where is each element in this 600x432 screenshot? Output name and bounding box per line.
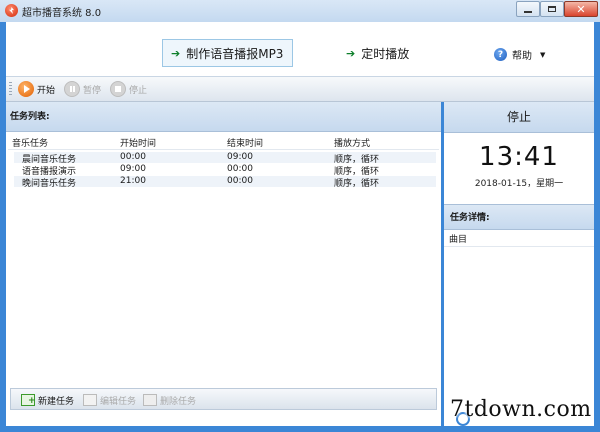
nav-make-mp3-label: 制作语音播报MP3: [186, 46, 284, 61]
client-area: ➔ 制作语音播报MP3 ➔ 定时播放 ? 帮助 ▼ 开始 暂停 停止 任务列表:…: [6, 22, 594, 426]
edit-task-icon: [83, 394, 97, 406]
nav-timed-play-label: 定时播放: [361, 46, 410, 61]
play-icon: [18, 81, 34, 97]
edit-task-button[interactable]: 编辑任务: [83, 392, 136, 408]
delete-task-icon: [143, 394, 157, 406]
clock-date: 2018-01-15，星期一: [474, 179, 564, 189]
task-start: 21:00: [120, 176, 146, 186]
close-button[interactable]: ✕: [564, 1, 598, 17]
task-end: 00:00: [227, 176, 253, 186]
pause-label: 暂停: [83, 85, 102, 96]
column-header-start[interactable]: 开始时间: [120, 136, 156, 149]
minimize-button[interactable]: [516, 1, 540, 17]
table-row[interactable]: 晨间音乐任务 00:00 09:00 顺序，循环: [14, 152, 436, 165]
play-toolbar: 开始 暂停 停止: [6, 77, 594, 102]
column-header-task[interactable]: 音乐任务: [12, 136, 48, 149]
task-panel: 任务列表: 音乐任务 开始时间 结束时间 播放方式 晨间音乐任务 00:00 0…: [6, 102, 444, 426]
pause-icon: [64, 81, 80, 97]
maximize-button[interactable]: [540, 1, 564, 17]
stop-label: 停止: [129, 85, 148, 96]
edit-task-label: 编辑任务: [100, 396, 137, 407]
column-header-end[interactable]: 结束时间: [227, 136, 263, 149]
close-icon: ✕: [576, 2, 586, 16]
task-end: 00:00: [227, 164, 253, 174]
task-list-header: 任务列表:: [6, 102, 441, 132]
top-nav: ➔ 制作语音播报MP3 ➔ 定时播放 ? 帮助 ▼: [6, 22, 594, 77]
table-row[interactable]: 语音播报演示 09:00 00:00 顺序，循环: [14, 164, 436, 177]
window-title: 超市播音系统 8.0: [22, 8, 102, 19]
start-button[interactable]: 开始: [18, 80, 55, 98]
title-bar[interactable]: 超市播音系统 8.0 ✕: [0, 0, 600, 22]
watermark-text: 7tdown.com: [450, 397, 592, 422]
app-logo-icon: [5, 4, 18, 17]
status-panel: 停止 13:41 2018-01-15，星期一 任务详情: 曲目: [444, 102, 594, 426]
new-task-button[interactable]: 新建任务: [21, 392, 74, 408]
new-task-icon: [21, 394, 36, 406]
maximize-icon: [548, 6, 556, 12]
help-label: 帮助: [512, 51, 532, 62]
minimize-icon: [524, 10, 532, 13]
column-header-mode[interactable]: 播放方式: [334, 136, 370, 149]
track-list[interactable]: [444, 248, 594, 388]
help-menu[interactable]: ? 帮助 ▼: [494, 47, 545, 62]
task-end: 09:00: [227, 152, 253, 162]
nav-timed-play[interactable]: ➔ 定时播放: [344, 39, 436, 67]
arrow-right-icon: ➔: [346, 46, 356, 60]
task-start: 00:00: [120, 152, 146, 162]
clock-time: 13:41: [479, 142, 559, 172]
start-label: 开始: [37, 85, 56, 96]
table-row[interactable]: 晚间音乐任务 21:00 00:00 顺序，循环: [14, 176, 436, 189]
toolbar-grip[interactable]: [9, 82, 12, 96]
stop-icon: [110, 81, 126, 97]
task-table[interactable]: 音乐任务 开始时间 结束时间 播放方式 晨间音乐任务 00:00 09:00 顺…: [8, 134, 439, 386]
task-start: 09:00: [120, 164, 146, 174]
new-task-label: 新建任务: [38, 396, 75, 407]
app-window: 超市播音系统 8.0 ✕ ➔ 制作语音播报MP3 ➔ 定时播放 ? 帮助 ▼ 开…: [0, 0, 600, 432]
task-detail-header: 任务详情:: [444, 204, 594, 230]
task-actions-bar: 新建任务 编辑任务 删除任务: [6, 386, 441, 426]
play-status: 停止: [444, 102, 594, 133]
task-mode: 顺序，循环: [334, 179, 380, 189]
help-icon: ?: [494, 48, 507, 61]
chevron-down-icon: ▼: [540, 50, 546, 59]
header-divider: [8, 149, 439, 150]
nav-make-mp3[interactable]: ➔ 制作语音播报MP3: [162, 39, 293, 67]
detail-column-track[interactable]: 曲目: [444, 233, 594, 247]
task-name: 晚间音乐任务: [22, 179, 77, 189]
task-actions-toolbar: 新建任务 编辑任务 删除任务: [10, 388, 437, 410]
arrow-right-icon: ➔: [171, 46, 181, 60]
delete-task-button[interactable]: 删除任务: [143, 392, 196, 408]
stop-button[interactable]: 停止: [110, 80, 147, 98]
delete-task-label: 删除任务: [160, 396, 197, 407]
pause-button[interactable]: 暂停: [64, 80, 101, 98]
